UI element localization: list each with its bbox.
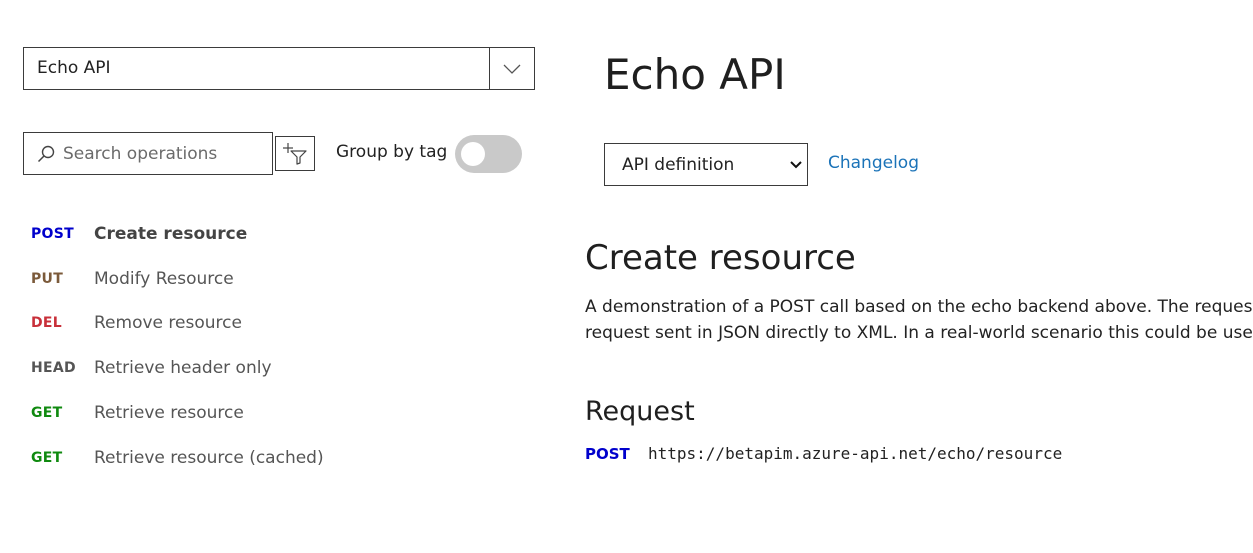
operation-item[interactable]: GET Retrieve resource (cached) bbox=[31, 443, 324, 473]
operation-item[interactable]: DEL Remove resource bbox=[31, 308, 242, 338]
search-input[interactable] bbox=[63, 143, 253, 164]
api-selector[interactable]: Echo API bbox=[23, 47, 535, 90]
chevron-down-icon bbox=[790, 160, 802, 168]
operation-description: A demonstration of a POST call based on … bbox=[585, 294, 1253, 346]
page-title: Echo API bbox=[604, 50, 786, 99]
operation-name: Retrieve resource bbox=[94, 403, 244, 423]
method-badge: DEL bbox=[31, 315, 63, 331]
method-badge: GET bbox=[31, 450, 63, 466]
add-filter-icon bbox=[283, 142, 307, 165]
operation-name: Remove resource bbox=[94, 313, 242, 333]
operation-name: Retrieve header only bbox=[94, 358, 272, 378]
api-selector-dropdown-button[interactable] bbox=[489, 48, 534, 89]
operation-item[interactable]: POST Create resource bbox=[31, 219, 247, 249]
method-badge: POST bbox=[31, 226, 74, 242]
method-badge: HEAD bbox=[31, 360, 76, 376]
operation-item[interactable]: GET Retrieve resource bbox=[31, 398, 244, 428]
description-line: request sent in JSON directly to XML. In… bbox=[585, 323, 1253, 343]
description-line: A demonstration of a POST call based on … bbox=[585, 297, 1253, 317]
api-definition-select[interactable]: API definition bbox=[604, 143, 808, 186]
api-selector-value: Echo API bbox=[37, 58, 111, 78]
toggle-knob bbox=[461, 142, 485, 166]
filter-by-tag-button[interactable] bbox=[275, 136, 315, 171]
operation-name: Create resource bbox=[94, 224, 248, 244]
group-by-tag-label: Group by tag bbox=[336, 142, 448, 162]
request-endpoint: POST https://betapim.azure-api.net/echo/… bbox=[585, 444, 1062, 463]
request-heading: Request bbox=[585, 396, 695, 427]
chevron-down-icon bbox=[503, 64, 521, 74]
operation-name: Retrieve resource (cached) bbox=[94, 448, 324, 468]
operation-item[interactable]: HEAD Retrieve header only bbox=[31, 353, 272, 383]
method-badge: GET bbox=[31, 405, 63, 421]
operation-title: Create resource bbox=[585, 238, 856, 278]
request-url: https://betapim.azure-api.net/echo/resou… bbox=[648, 444, 1063, 463]
method-badge: PUT bbox=[31, 271, 64, 287]
search-box[interactable] bbox=[23, 132, 273, 175]
api-definition-value: API definition bbox=[622, 154, 735, 175]
operation-name: Modify Resource bbox=[94, 269, 234, 289]
operation-item[interactable]: PUT Modify Resource bbox=[31, 264, 234, 294]
changelog-link[interactable]: Changelog bbox=[828, 153, 919, 173]
search-icon bbox=[37, 145, 55, 162]
request-method-badge: POST bbox=[585, 444, 630, 463]
group-by-tag-toggle[interactable] bbox=[455, 135, 522, 173]
